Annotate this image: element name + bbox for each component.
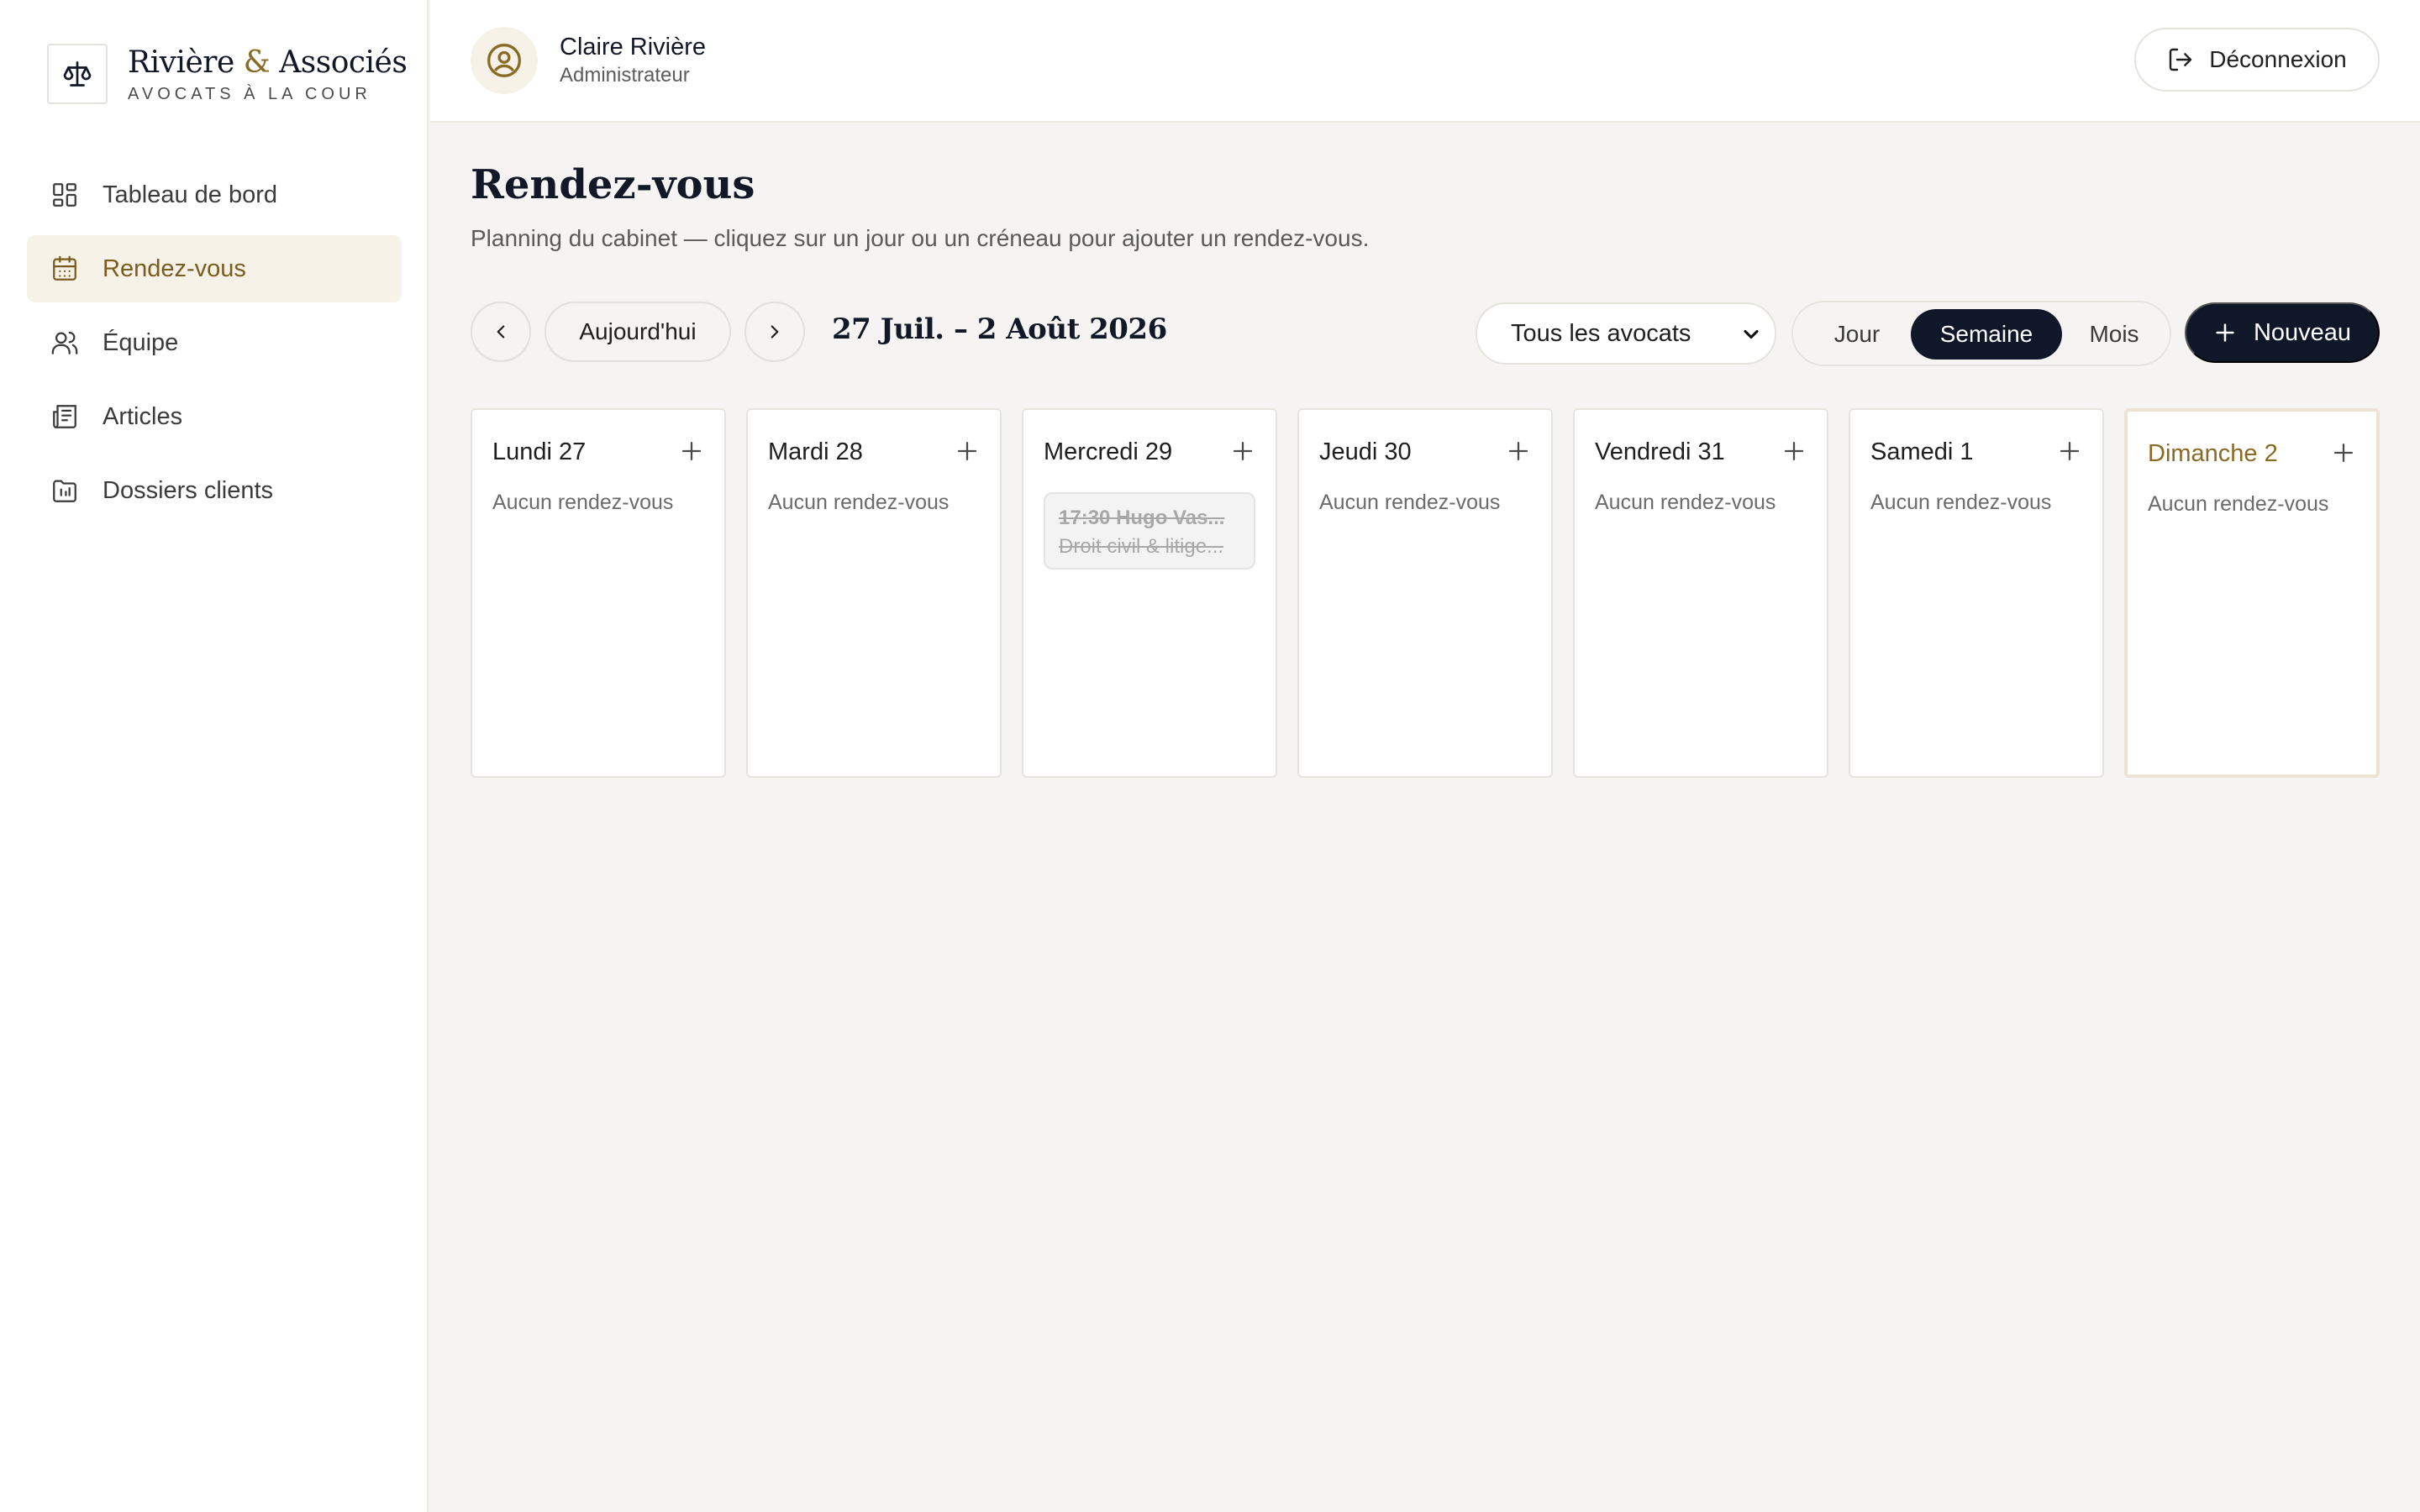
appointment-time: 17:30 xyxy=(1059,507,1111,529)
view-week-button[interactable]: Semaine xyxy=(1911,309,2062,360)
sidebar-item-label: Équipe xyxy=(103,328,179,356)
appointment-card[interactable]: 17:30 Hugo Vas... Droit civil & litige..… xyxy=(1044,492,1255,570)
sidebar-item-tableau-de-bord[interactable]: Tableau de bord xyxy=(27,161,402,228)
plus-icon[interactable] xyxy=(953,437,981,465)
sidebar-item-label: Dossiers clients xyxy=(103,476,274,504)
sidebar-item-label: Articles xyxy=(103,402,183,430)
new-appointment-button[interactable]: Nouveau xyxy=(2185,302,2380,363)
brand-tagline: AVOCATS À LA COUR xyxy=(128,84,371,103)
sidebar-item-dossiers-clients[interactable]: Dossiers clients xyxy=(27,457,402,524)
plus-icon[interactable] xyxy=(677,437,706,465)
day-column-jeudi[interactable]: Jeudi 30 Aucun rendez-vous xyxy=(1297,408,1553,778)
lawyer-filter-select[interactable]: Tous les avocats xyxy=(1476,302,1776,365)
chevron-left-icon xyxy=(490,321,512,343)
sidebar: Rivière & Associés AVOCATS À LA COUR Tab… xyxy=(0,0,429,1512)
next-week-button[interactable] xyxy=(744,302,805,362)
view-day-button[interactable]: Jour xyxy=(1803,309,1911,360)
appointment-topic: Droit civil & litige... xyxy=(1059,535,1224,558)
day-label: Samedi 1 xyxy=(1870,438,1974,465)
week-grid: Lundi 27 Aucun rendez-vous Mardi 28 Aucu… xyxy=(471,408,2380,778)
logout-label: Déconnexion xyxy=(2209,46,2347,72)
logout-button[interactable]: Déconnexion xyxy=(2134,28,2380,92)
logout-icon xyxy=(2167,46,2194,73)
lawyer-filter-value: Tous les avocats xyxy=(1511,319,1691,347)
page-subtitle: Planning du cabinet — cliquez sur un jou… xyxy=(471,225,1370,251)
top-header: Claire Rivière Administrateur Déconnexio… xyxy=(430,0,2420,123)
sidebar-item-articles[interactable]: Articles xyxy=(27,383,402,450)
user-info: Claire Rivière Administrateur xyxy=(471,27,706,94)
calendar-toolbar: Aujourd'hui 27 Juil. – 2 Août 2026 Tous … xyxy=(471,301,2380,366)
today-button[interactable]: Aujourd'hui xyxy=(544,302,731,362)
day-column-dimanche[interactable]: Dimanche 2 Aucun rendez-vous xyxy=(2124,408,2380,778)
view-switcher: Jour Semaine Mois xyxy=(1791,301,2171,366)
sidebar-item-label: Tableau de bord xyxy=(103,181,277,208)
plus-icon[interactable] xyxy=(2329,438,2358,467)
day-column-mardi[interactable]: Mardi 28 Aucun rendez-vous xyxy=(746,408,1002,778)
date-range-label: 27 Juil. – 2 Août 2026 xyxy=(832,312,1167,346)
no-appointment-text: Aucun rendez-vous xyxy=(492,491,674,514)
user-avatar-icon xyxy=(471,27,538,94)
page-title: Rendez-vous xyxy=(471,161,755,208)
folder-icon xyxy=(50,476,79,505)
calendar-icon xyxy=(50,255,79,283)
appointment-title: 17:30 Hugo Vas... xyxy=(1059,504,1240,533)
sidebar-item-equipe[interactable]: Équipe xyxy=(27,309,402,376)
scales-icon xyxy=(47,44,108,104)
no-appointment-text: Aucun rendez-vous xyxy=(1595,491,1776,514)
dashboard-icon xyxy=(50,181,79,209)
view-month-button[interactable]: Mois xyxy=(2062,309,2166,360)
no-appointment-text: Aucun rendez-vous xyxy=(1870,491,2052,514)
user-name: Claire Rivière xyxy=(560,34,707,60)
chevron-right-icon xyxy=(764,321,786,343)
plus-icon[interactable] xyxy=(1504,437,1533,465)
appointment-client: Hugo Vas... xyxy=(1116,507,1225,529)
plus-icon[interactable] xyxy=(1780,437,1808,465)
no-appointment-text: Aucun rendez-vous xyxy=(2148,492,2329,516)
day-label: Mercredi 29 xyxy=(1044,438,1173,465)
user-role: Administrateur xyxy=(560,64,690,87)
users-icon xyxy=(50,328,79,357)
new-appointment-label: Nouveau xyxy=(2253,318,2352,346)
sidebar-nav: Tableau de bord Rendez-vous Équipe Artic… xyxy=(27,161,402,531)
day-label: Jeudi 30 xyxy=(1319,438,1412,465)
previous-week-button[interactable] xyxy=(471,302,531,362)
no-appointment-text: Aucun rendez-vous xyxy=(768,491,950,514)
no-appointment-text: Aucun rendez-vous xyxy=(1319,491,1501,514)
day-column-vendredi[interactable]: Vendredi 31 Aucun rendez-vous xyxy=(1573,408,1828,778)
day-label: Lundi 27 xyxy=(492,438,587,465)
newspaper-icon xyxy=(50,402,79,431)
day-label: Dimanche 2 xyxy=(2148,440,2278,467)
plus-icon xyxy=(2213,321,2237,344)
sidebar-item-label: Rendez-vous xyxy=(103,255,246,282)
plus-icon[interactable] xyxy=(1228,437,1257,465)
brand-name: Rivière & Associés xyxy=(128,45,408,80)
day-column-mercredi[interactable]: Mercredi 29 17:30 Hugo Vas... Droit civi… xyxy=(1022,408,1277,778)
brand[interactable]: Rivière & Associés AVOCATS À LA COUR xyxy=(47,44,408,104)
chevron-down-icon xyxy=(1739,323,1763,346)
plus-icon[interactable] xyxy=(2055,437,2084,465)
day-label: Vendredi 31 xyxy=(1595,438,1725,465)
day-column-lundi[interactable]: Lundi 27 Aucun rendez-vous xyxy=(471,408,726,778)
sidebar-item-rendez-vous[interactable]: Rendez-vous xyxy=(27,235,402,302)
day-column-samedi[interactable]: Samedi 1 Aucun rendez-vous xyxy=(1849,408,2104,778)
day-label: Mardi 28 xyxy=(768,438,863,465)
